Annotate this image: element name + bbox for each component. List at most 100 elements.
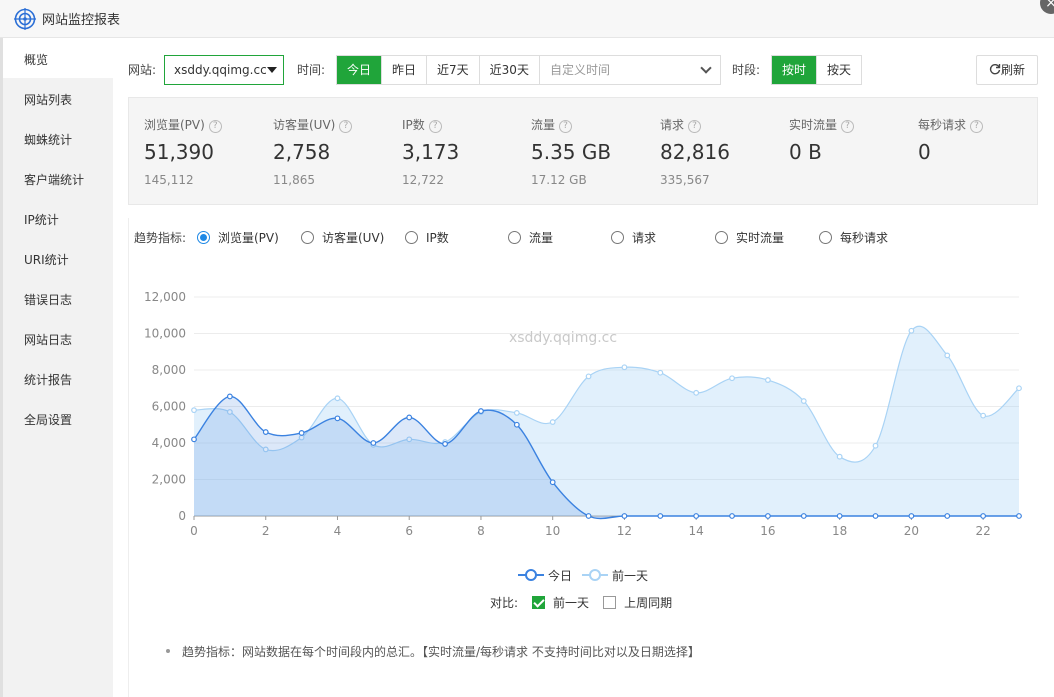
stat-name-text: 流量 — [531, 118, 556, 132]
sidebar-item-7[interactable]: 网站日志 — [3, 318, 113, 358]
data-point — [944, 513, 951, 519]
period-button-1[interactable]: 按天 — [817, 56, 862, 84]
compare-option-0[interactable]: 前一天 — [532, 596, 589, 610]
sidebar-item-0[interactable]: 概览 — [3, 38, 113, 78]
trend-option-1[interactable]: 访客量(UV) — [301, 230, 384, 246]
checkbox-icon — [603, 596, 617, 609]
legend-item-0[interactable]: 今日 — [518, 569, 572, 583]
sidebar-item-1[interactable]: 网站列表 — [3, 78, 113, 118]
help-icon[interactable]: ? — [688, 120, 702, 133]
trend-option-6[interactable]: 每秒请求 — [819, 230, 888, 246]
caret-down-icon — [267, 67, 277, 73]
y-tick-label: 2,000 — [152, 473, 186, 487]
title-bar: 网站监控报表 × — [0, 0, 1054, 38]
period-button-0[interactable]: 按时 — [772, 56, 818, 84]
close-button[interactable]: × — [1040, 0, 1054, 14]
x-tick-label: 2 — [262, 524, 270, 538]
data-point — [621, 513, 628, 519]
x-tick-label: 4 — [334, 524, 342, 538]
data-point — [513, 409, 520, 416]
x-tick-label: 8 — [477, 524, 485, 538]
data-point — [693, 389, 700, 396]
time-button-0[interactable]: 今日 — [337, 56, 383, 84]
stat-name-text: 每秒请求 — [918, 118, 967, 132]
legend-item-1[interactable]: 前一天 — [582, 569, 648, 583]
stat-name-text: 请求 — [660, 118, 685, 132]
time-button-1[interactable]: 昨日 — [382, 56, 428, 84]
sidebar-item-9[interactable]: 全局设置 — [3, 398, 113, 438]
help-icon[interactable]: ? — [970, 120, 984, 133]
refresh-label: 刷新 — [1000, 63, 1025, 77]
time-button-3[interactable]: 近30天 — [479, 56, 540, 84]
help-icon[interactable]: ? — [428, 120, 442, 133]
custom-time-picker[interactable]: 自定义时间 — [539, 56, 720, 84]
stat-previous-value: 335,567 — [660, 173, 710, 187]
sidebar-item-8[interactable]: 统计报告 — [3, 358, 113, 398]
sidebar-item-5[interactable]: URI统计 — [3, 238, 113, 278]
data-point — [549, 479, 556, 486]
help-icon[interactable]: ? — [841, 120, 855, 133]
compare-option-1[interactable]: 上周同期 — [603, 596, 672, 610]
stat-value: 5.35 GB — [531, 140, 612, 164]
trend-option-label: IP数 — [426, 231, 449, 245]
refresh-icon — [989, 64, 1001, 75]
note-text: 趋势指标：网站数据在每个时间段内的总汇。【实时流量/每秒请求 不支持时间比对以及… — [182, 645, 700, 659]
data-point — [262, 429, 269, 435]
chart-legend: 今日 前一天 — [518, 568, 658, 584]
x-tick-label: 22 — [975, 524, 990, 538]
stat-name: 每秒请求? — [918, 116, 984, 133]
checkbox-icon — [532, 596, 546, 609]
data-point — [549, 419, 556, 425]
site-select[interactable]: xsddy.qqimg.cc — [164, 55, 284, 85]
trend-option-3[interactable]: 流量 — [508, 230, 553, 246]
data-point — [980, 513, 987, 519]
x-tick-label: 0 — [190, 524, 198, 538]
trend-option-4[interactable]: 请求 — [611, 230, 656, 246]
sidebar-item-6[interactable]: 错误日志 — [3, 278, 113, 318]
data-point — [729, 375, 735, 382]
data-point — [872, 513, 879, 519]
chart-watermark: xsddy.qqimg.cc — [509, 330, 617, 346]
help-icon[interactable]: ? — [339, 120, 353, 133]
data-point — [657, 369, 664, 376]
data-point — [980, 412, 987, 419]
sidebar-item-3[interactable]: 客户端统计 — [3, 158, 113, 198]
window-title: 网站监控报表 — [42, 13, 121, 28]
data-point — [836, 513, 843, 519]
data-point — [585, 373, 592, 380]
stats-panel: 浏览量(PV)? 51,390 145,112 访客量(UV)? 2,758 11,865… — [128, 97, 1038, 205]
target-logo-icon — [14, 7, 36, 30]
x-tick-label: 12 — [617, 524, 632, 538]
legend-marker-icon — [518, 569, 544, 581]
sidebar-item-2[interactable]: 蜘蛛统计 — [3, 118, 113, 158]
radio-icon — [508, 231, 521, 244]
note-bullet — [166, 649, 170, 653]
sidebar-item-4[interactable]: IP统计 — [3, 198, 113, 238]
help-icon[interactable]: ? — [559, 120, 573, 133]
radio-icon — [301, 231, 314, 244]
site-label: 网站: — [128, 63, 157, 77]
compare-row: 对比: 前一天 上周同期 — [490, 595, 672, 611]
x-tick-label: 16 — [760, 524, 775, 538]
stat-name: IP数? — [402, 116, 442, 133]
trend-option-0[interactable]: 浏览量(PV) — [197, 230, 279, 246]
time-button-2[interactable]: 近7天 — [427, 56, 480, 84]
trend-option-label: 每秒请求 — [840, 231, 889, 245]
stat-name: 实时流量? — [789, 116, 855, 133]
x-tick-label: 18 — [832, 524, 847, 538]
toolbar: 网站: xsddy.qqimg.cc 时间: 今日 昨日 近7天 近30天 自定义时间 … — [113, 55, 1054, 85]
stat-previous-value: 17.12 GB — [531, 173, 587, 187]
y-tick-label: 6,000 — [152, 400, 186, 414]
data-point — [442, 441, 448, 447]
data-point — [406, 414, 413, 421]
sidebar: 概览 网站列表 蜘蛛统计 客户端统计 IP统计 URI统计 错误日志 网站日志 统计报告 全局设置 — [0, 38, 113, 697]
trend-option-2[interactable]: IP数 — [405, 230, 449, 246]
refresh-button[interactable]: 刷新 — [976, 55, 1038, 85]
trend-option-label: 实时流量 — [736, 231, 785, 245]
y-tick-label: 0 — [178, 509, 186, 523]
stat-name-text: 浏览量(PV) — [144, 118, 205, 132]
stat-value: 82,816 — [660, 140, 730, 164]
trend-option-5[interactable]: 实时流量 — [715, 230, 784, 246]
help-icon[interactable]: ? — [208, 120, 222, 133]
trend-panel: 趋势指标: 浏览量(PV) 访客量(UV) IP数 流量 请求 实时流量 每秒请求 0 2,0… — [128, 218, 1038, 697]
